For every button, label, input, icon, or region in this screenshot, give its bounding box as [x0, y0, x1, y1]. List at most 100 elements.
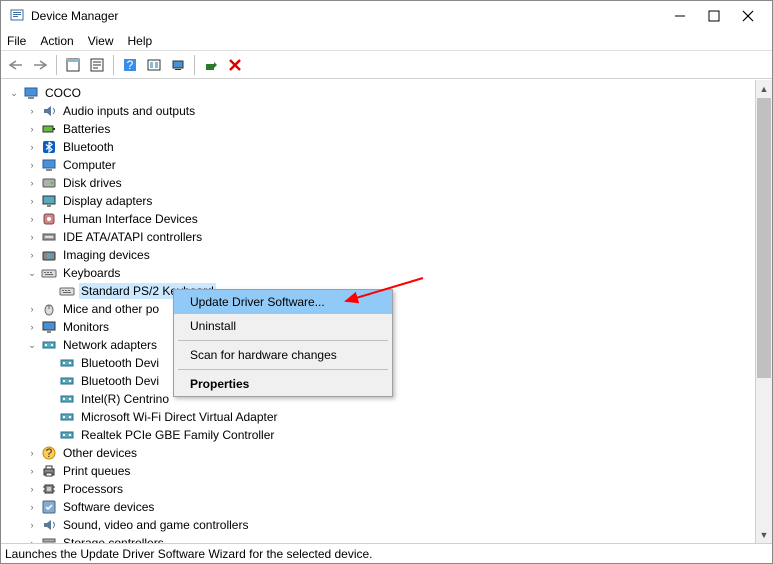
tree-label: COCO: [43, 85, 83, 101]
tree-category[interactable]: › Audio inputs and outputs: [3, 102, 770, 120]
tree-label: Print queues: [61, 463, 132, 479]
back-button[interactable]: [5, 54, 27, 76]
tree-category[interactable]: ›Disk drives: [3, 174, 770, 192]
vertical-scrollbar[interactable]: ▲ ▼: [755, 80, 772, 543]
tree-label: Other devices: [61, 445, 139, 461]
tree-category[interactable]: ›Bluetooth: [3, 138, 770, 156]
properties-button[interactable]: [86, 54, 108, 76]
show-hide-console-button[interactable]: [62, 54, 84, 76]
network-icon: [59, 355, 75, 371]
tree-category[interactable]: ›Sound, video and game controllers: [3, 516, 770, 534]
context-scan-hardware[interactable]: Scan for hardware changes: [174, 343, 392, 367]
tree-root[interactable]: ⌄ COCO: [3, 84, 770, 102]
forward-button[interactable]: [29, 54, 51, 76]
menu-view[interactable]: View: [88, 34, 114, 48]
expander-icon[interactable]: ›: [25, 248, 39, 262]
expander-icon[interactable]: ›: [25, 122, 39, 136]
tree-label: Processors: [61, 481, 125, 497]
tree-category[interactable]: › Software devices: [3, 498, 770, 516]
context-update-driver[interactable]: Update Driver Software...: [174, 290, 392, 314]
tree-device[interactable]: Microsoft Wi-Fi Direct Virtual Adapter: [3, 408, 770, 426]
scroll-up-button[interactable]: ▲: [756, 80, 772, 97]
help-button[interactable]: ?: [119, 54, 141, 76]
audio-icon: [41, 103, 57, 119]
expander-icon[interactable]: ⌄: [7, 86, 21, 100]
tree-category[interactable]: ⌄Keyboards: [3, 264, 770, 282]
tree-label: Microsoft Wi-Fi Direct Virtual Adapter: [79, 409, 280, 425]
tree-category[interactable]: › Human Interface Devices: [3, 210, 770, 228]
tree-category[interactable]: ›Batteries: [3, 120, 770, 138]
tree-category[interactable]: ›?Other devices: [3, 444, 770, 462]
expander-icon[interactable]: ›: [25, 176, 39, 190]
expander-icon[interactable]: ›: [25, 500, 39, 514]
scrollbar-thumb[interactable]: [757, 98, 771, 378]
expander-icon[interactable]: ›: [25, 302, 39, 316]
minimize-button[interactable]: [670, 6, 690, 26]
expander-icon[interactable]: ›: [25, 446, 39, 460]
tree-category[interactable]: › IDE ATA/ATAPI controllers: [3, 228, 770, 246]
tree-category[interactable]: › Print queues: [3, 462, 770, 480]
other-icon: ?: [41, 445, 57, 461]
monitor-icon: [41, 319, 57, 335]
tree-category[interactable]: › Storage controllers: [3, 534, 770, 543]
imaging-icon: [41, 247, 57, 263]
menu-file[interactable]: File: [7, 34, 26, 48]
status-text: Launches the Update Driver Software Wiza…: [5, 547, 373, 561]
hid-icon: [41, 211, 57, 227]
expander-icon[interactable]: ›: [25, 158, 39, 172]
tree-category[interactable]: › Computer: [3, 156, 770, 174]
expander-icon[interactable]: ›: [25, 482, 39, 496]
expander-icon[interactable]: ›: [25, 140, 39, 154]
expander-icon[interactable]: ⌄: [25, 266, 39, 280]
software-icon: [41, 499, 57, 515]
expander-icon[interactable]: ›: [25, 212, 39, 226]
tree-label: Network adapters: [61, 337, 159, 353]
tree-label: Computer: [61, 157, 118, 173]
action-button[interactable]: [143, 54, 165, 76]
uninstall-button[interactable]: [224, 54, 246, 76]
expander-icon[interactable]: ›: [25, 536, 39, 543]
expander-icon[interactable]: ›: [25, 194, 39, 208]
status-bar: Launches the Update Driver Software Wiza…: [1, 543, 772, 563]
menu-action[interactable]: Action: [40, 34, 73, 48]
menu-help[interactable]: Help: [128, 34, 153, 48]
expander-icon[interactable]: ›: [25, 518, 39, 532]
battery-icon: [41, 121, 57, 137]
keyboard-icon: [41, 265, 57, 281]
expander-icon[interactable]: ›: [25, 104, 39, 118]
tree-label: Imaging devices: [61, 247, 152, 263]
context-properties[interactable]: Properties: [174, 372, 392, 396]
tree-category[interactable]: › Processors: [3, 480, 770, 498]
ide-icon: [41, 229, 57, 245]
close-button[interactable]: [738, 6, 758, 26]
scroll-down-button[interactable]: ▼: [756, 526, 772, 543]
computer-icon: [41, 157, 57, 173]
tree-category[interactable]: ›Display adapters: [3, 192, 770, 210]
expander-icon[interactable]: ›: [25, 320, 39, 334]
print-icon: [41, 463, 57, 479]
tree-device[interactable]: Realtek PCIe GBE Family Controller: [3, 426, 770, 444]
disk-icon: [41, 175, 57, 191]
toolbar: ?: [1, 51, 772, 79]
computer-icon: [23, 85, 39, 101]
tree-label: Audio inputs and outputs: [61, 103, 197, 119]
svg-text:?: ?: [127, 58, 134, 72]
expander-icon[interactable]: ›: [25, 464, 39, 478]
tree-label: Software devices: [61, 499, 156, 515]
tree-category[interactable]: › Imaging devices: [3, 246, 770, 264]
expander-icon[interactable]: ›: [25, 230, 39, 244]
tree-label: Storage controllers: [61, 535, 166, 543]
maximize-button[interactable]: [704, 6, 724, 26]
menubar: File Action View Help: [1, 31, 772, 51]
context-uninstall[interactable]: Uninstall: [174, 314, 392, 338]
storage-icon: [41, 535, 57, 543]
app-icon: [9, 8, 25, 24]
titlebar: Device Manager: [1, 1, 772, 31]
mouse-icon: [41, 301, 57, 317]
scan-hardware-button[interactable]: [167, 54, 189, 76]
tree-label: Human Interface Devices: [61, 211, 200, 227]
expander-icon[interactable]: ⌄: [25, 338, 39, 352]
update-driver-button[interactable]: [200, 54, 222, 76]
tree-label: IDE ATA/ATAPI controllers: [61, 229, 204, 245]
cpu-icon: [41, 481, 57, 497]
